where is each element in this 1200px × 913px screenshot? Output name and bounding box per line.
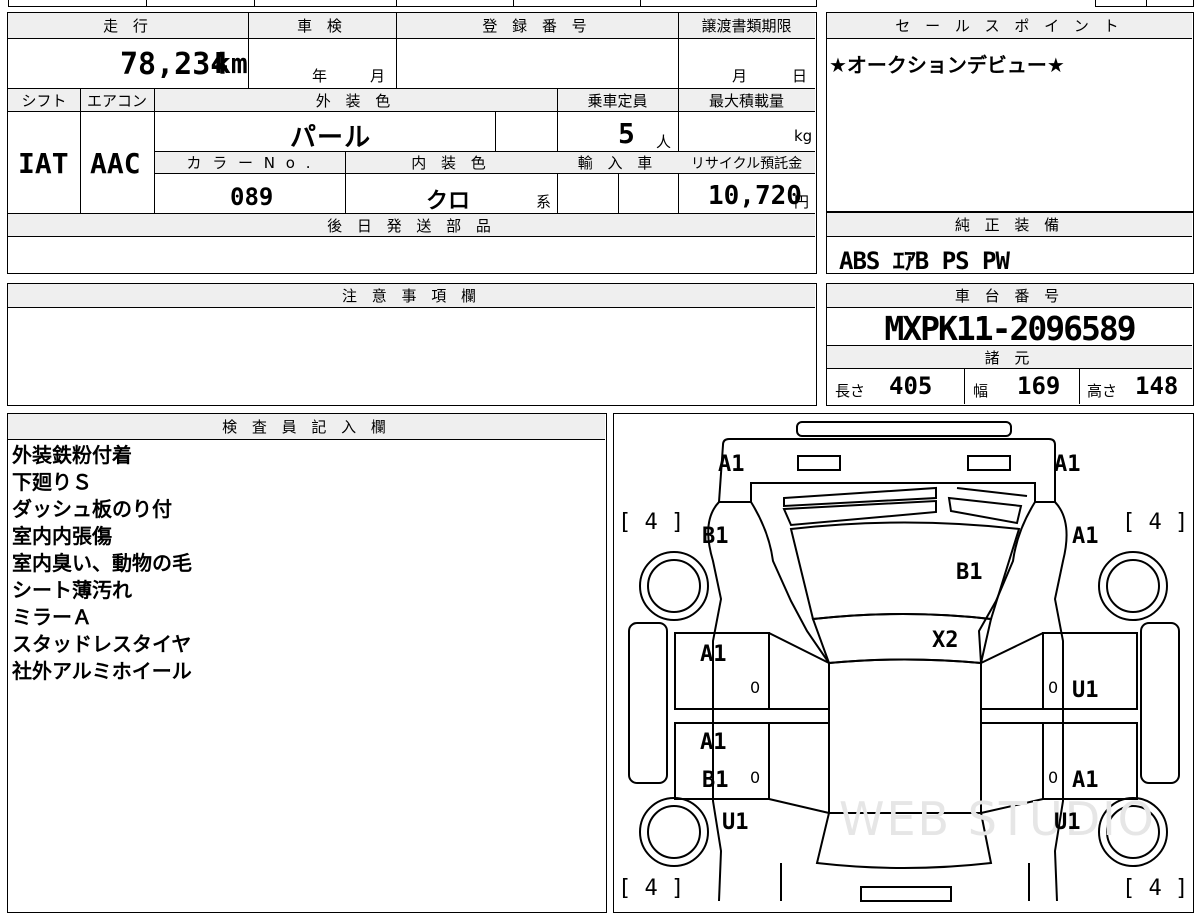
mark-hood: B1 <box>956 560 983 585</box>
note-item: スタッドレスタイヤ <box>12 632 192 656</box>
mark-zero: 0 <box>750 678 761 697</box>
equipment-box: 純 正 装 備 ABS ｴｱB PS PW <box>826 212 1194 275</box>
note-item: 下廻りＳ <box>12 470 92 494</box>
max-load-header: 最大積載量 <box>678 89 815 111</box>
sales-point-header: セ ー ル ス ポ イ ン ト <box>827 13 1192 38</box>
note-item: ミラーＡ <box>12 605 92 629</box>
note-item: 室内臭い、動物の毛 <box>12 551 192 575</box>
ac-header: エアコン <box>80 89 154 111</box>
inspector-header: 検 査 員 記 入 欄 <box>8 414 605 439</box>
mark-front-left: A1 <box>718 452 745 477</box>
exterior-color-value: パ ー ル <box>290 123 370 153</box>
chassis-box: 車 台 番 号 MXPK11-2096589 諸 元 長さ 405 幅 169 … <box>826 283 1194 406</box>
mileage-header: 走 行 <box>8 13 248 38</box>
tire-rear-left: [ 4 ] <box>618 876 685 901</box>
tire-front-right: [ 4 ] <box>1122 510 1189 535</box>
mark-quarter-right: U1 <box>1054 810 1081 835</box>
inspection-header: 車 検 <box>248 13 396 38</box>
mark-rear-door-right: A1 <box>1072 768 1099 793</box>
note-item: 外装鉄粉付着 <box>12 443 132 467</box>
exterior-color-header: 外 装 色 <box>154 89 557 111</box>
mileage-unit: km <box>214 47 248 80</box>
registration-header: 登 録 番 号 <box>396 13 678 38</box>
sales-point-value: ★オークションデビュー★ <box>829 53 1065 77</box>
caution-header: 注 意 事 項 欄 <box>8 284 815 307</box>
mark-zero: 0 <box>750 768 761 787</box>
color-no-header: カ ラ ー N o . <box>155 152 345 173</box>
mark-front-right: A1 <box>1054 452 1081 477</box>
note-item: 社外アルミホイール <box>12 659 192 683</box>
transfer-header: 譲渡書類期限 <box>678 13 815 38</box>
ac-value: AAC <box>90 147 141 180</box>
chassis-header: 車 台 番 号 <box>827 284 1192 307</box>
vehicle-info-table: 走 行 車 検 登 録 番 号 譲渡書類期限 78,234 km 年 月 月 日… <box>7 12 817 274</box>
capacity-header: 乗車定員 <box>557 89 678 111</box>
max-load-unit: kg <box>794 127 813 145</box>
note-item: 室内内張傷 <box>12 524 112 548</box>
length-value: 405 <box>889 372 933 400</box>
mark-front-door-left: A1 <box>700 642 727 667</box>
transfer-day-unit: 日 <box>792 67 808 85</box>
equipment-header: 純 正 装 備 <box>827 213 1192 236</box>
note-item: ダッシュ板のり付 <box>12 497 172 521</box>
mileage-value: 78,234 <box>120 47 229 82</box>
mark-windshield: X2 <box>932 628 959 653</box>
top-partial-row <box>8 0 1194 8</box>
tire-front-left: [ 4 ] <box>618 510 685 535</box>
mark-zero: 0 <box>1048 768 1059 787</box>
color-no-value: 089 <box>230 183 274 211</box>
chassis-value: MXPK11-2096589 <box>884 309 1136 348</box>
width-value: 169 <box>1017 372 1061 400</box>
mark-zero: 0 <box>1048 678 1059 697</box>
mark-quarter-left: U1 <box>722 810 749 835</box>
specs-header: 諸 元 <box>827 346 1192 368</box>
recycle-unit: 円 <box>794 193 810 211</box>
sales-point-box: セ ー ル ス ポ イ ン ト ★オークションデビュー★ <box>826 12 1194 212</box>
caution-box: 注 意 事 項 欄 <box>7 283 817 406</box>
width-label: 幅 <box>973 382 989 400</box>
recycle-value: 10,720 <box>708 181 802 211</box>
inspection-month-unit: 月 <box>370 67 386 85</box>
interior-color-header: 内 装 色 <box>345 152 557 173</box>
capacity-value: 5 <box>618 117 635 150</box>
interior-color-suffix: 系 <box>536 193 552 211</box>
import-header: 輸 入 車 <box>557 152 678 173</box>
later-parts-header: 後 日 発 送 部 品 <box>8 214 815 236</box>
note-item: シート薄汚れ <box>12 578 132 602</box>
inspection-year-unit: 年 <box>312 67 328 85</box>
tire-rear-right: [ 4 ] <box>1122 876 1189 901</box>
mark-fender-left: B1 <box>702 524 729 549</box>
shift-value: IAT <box>18 147 69 180</box>
inspector-box: 検 査 員 記 入 欄 外装鉄粉付着 下廻りＳ ダッシュ板のり付 室内内張傷 室… <box>7 413 607 913</box>
recycle-header: リサイクル預託金 <box>678 152 815 173</box>
length-label: 長さ <box>835 382 866 400</box>
damage-diagram-box: WEB STUDIO A1 A1 B1 A1 B1 X2 A1 U1 A1 B1… <box>613 413 1194 913</box>
equipment-value: ABS ｴｱB PS PW <box>839 247 1010 275</box>
mark-rear-door-left-2: B1 <box>702 768 729 793</box>
capacity-unit: 人 <box>656 133 672 151</box>
inspector-notes: 外装鉄粉付着 下廻りＳ ダッシュ板のり付 室内内張傷 室内臭い、動物の毛 シート… <box>12 442 192 685</box>
shift-header: シフト <box>8 89 80 111</box>
mark-front-door-right: U1 <box>1072 678 1099 703</box>
height-label: 高さ <box>1087 382 1118 400</box>
mark-fender-right: A1 <box>1072 524 1099 549</box>
transfer-month-unit: 月 <box>732 67 748 85</box>
mark-rear-door-left-1: A1 <box>700 730 727 755</box>
height-value: 148 <box>1135 372 1179 400</box>
interior-color-value: クロ <box>426 189 471 214</box>
watermark: WEB STUDIO <box>839 792 1156 846</box>
